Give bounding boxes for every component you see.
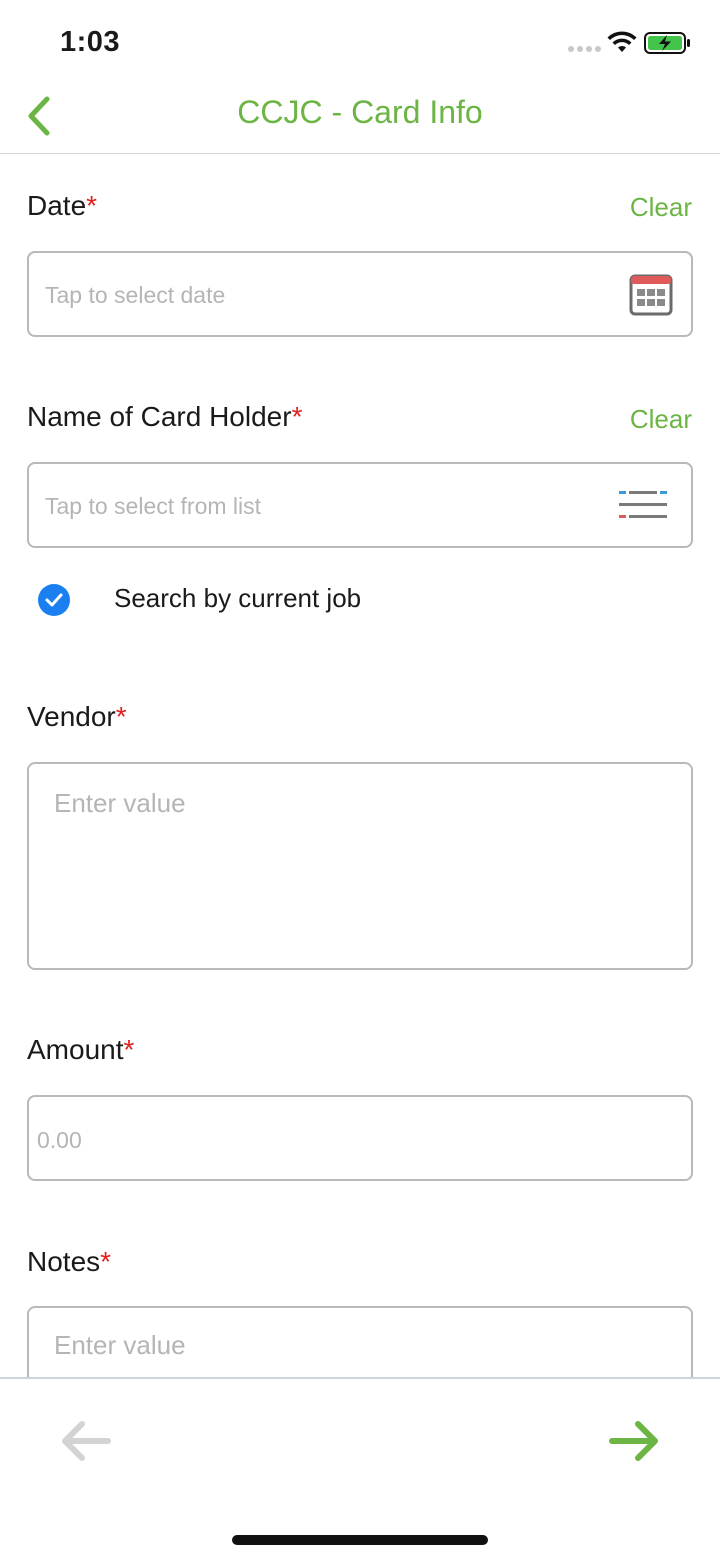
search-by-job-checkbox[interactable] xyxy=(38,584,70,616)
amount-label: Amount* xyxy=(27,1034,134,1066)
nav-bar: CCJC - Card Info xyxy=(0,80,720,154)
arrow-right-icon xyxy=(609,1421,658,1461)
amount-input[interactable]: 0.00 xyxy=(27,1095,693,1181)
next-button[interactable] xyxy=(606,1417,662,1465)
required-marker: * xyxy=(115,701,127,732)
required-marker: * xyxy=(100,1246,112,1277)
cellular-signal-icon xyxy=(568,46,601,52)
vendor-textarea[interactable]: Enter value xyxy=(27,762,693,970)
calendar-icon xyxy=(629,274,673,316)
list-filter-icon xyxy=(619,491,667,518)
required-marker: * xyxy=(123,1034,135,1065)
notes-label-text: Notes xyxy=(27,1246,101,1277)
arrow-left-icon xyxy=(62,1421,111,1461)
date-picker-field[interactable]: Tap to select date xyxy=(27,251,693,337)
date-label: Date* xyxy=(27,190,97,222)
card-holder-placeholder: Tap to select from list xyxy=(45,493,262,519)
card-holder-select-field[interactable]: Tap to select from list xyxy=(27,462,693,548)
date-label-text: Date xyxy=(27,190,87,221)
search-by-job-label: Search by current job xyxy=(114,583,362,613)
required-marker: * xyxy=(291,401,303,432)
bottom-toolbar xyxy=(0,1377,720,1558)
screen: 1:03 CCJC - Card Info Date* Clear Tap to xyxy=(0,0,720,1558)
previous-button[interactable] xyxy=(58,1417,114,1465)
card-holder-clear-button[interactable]: Clear xyxy=(630,404,692,435)
date-placeholder: Tap to select date xyxy=(45,282,226,308)
vendor-label-text: Vendor xyxy=(27,701,116,732)
required-marker: * xyxy=(86,190,98,221)
card-holder-label: Name of Card Holder* xyxy=(27,401,302,433)
home-indicator xyxy=(232,1535,488,1545)
date-clear-button[interactable]: Clear xyxy=(630,192,692,223)
status-bar: 1:03 xyxy=(0,0,720,80)
card-holder-label-text: Name of Card Holder xyxy=(27,401,292,432)
battery-icon xyxy=(644,32,690,54)
amount-label-text: Amount xyxy=(27,1034,124,1065)
wifi-icon xyxy=(607,31,637,52)
status-time: 1:03 xyxy=(60,26,121,58)
vendor-placeholder: Enter value xyxy=(54,788,186,818)
page-title: CCJC - Card Info xyxy=(237,94,483,130)
notes-placeholder: Enter value xyxy=(54,1330,186,1360)
vendor-label: Vendor* xyxy=(27,701,127,733)
notes-label: Notes* xyxy=(27,1246,111,1278)
checkmark-icon xyxy=(45,593,63,607)
amount-placeholder: 0.00 xyxy=(37,1127,82,1153)
